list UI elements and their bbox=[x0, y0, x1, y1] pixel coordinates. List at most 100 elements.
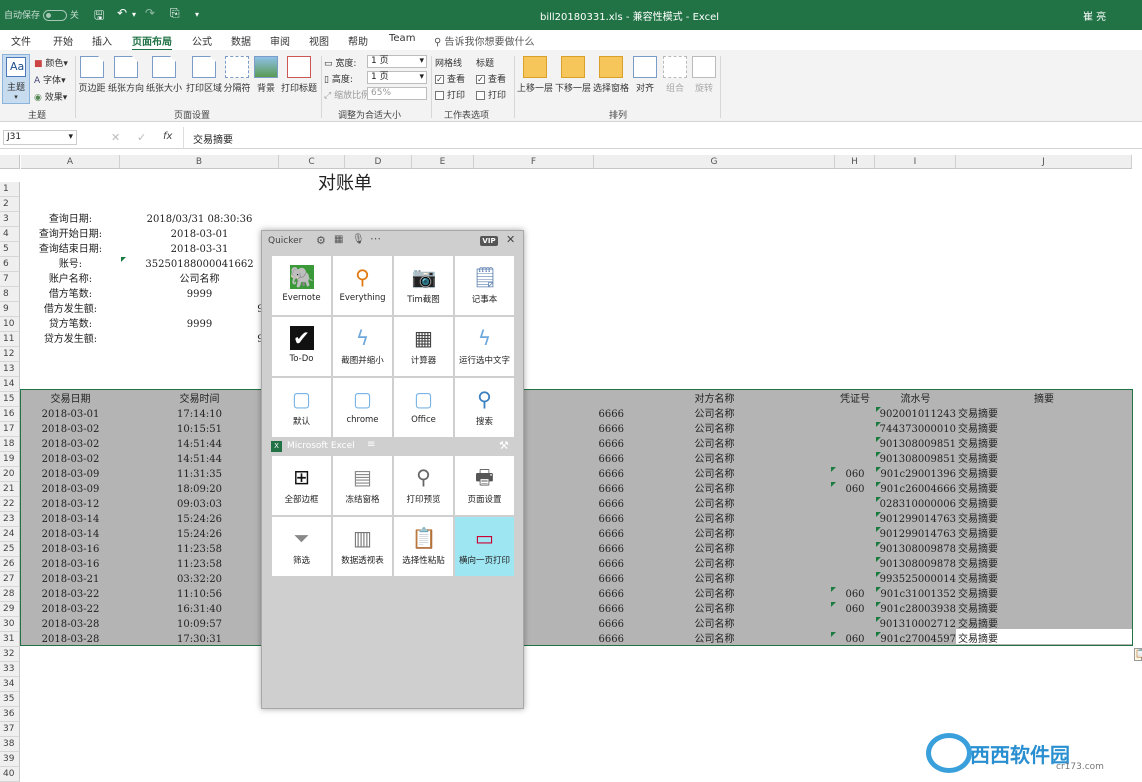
info-label[interactable]: 查询日期: bbox=[21, 212, 120, 227]
data-serial[interactable]: 901c26004666 bbox=[875, 482, 956, 497]
data-name-cell[interactable]: 公司名称 bbox=[594, 617, 835, 632]
row-header-27[interactable]: 27 bbox=[0, 572, 20, 587]
data-voucher[interactable]: 060 bbox=[835, 587, 875, 602]
row-header-15[interactable]: 15 bbox=[0, 392, 20, 407]
info-label[interactable]: 账户名称: bbox=[21, 272, 120, 287]
info-label[interactable]: 借方发生额: bbox=[21, 302, 120, 317]
row-header-28[interactable]: 28 bbox=[0, 587, 20, 602]
quicker-action-button[interactable]: 📋 选择性粘贴 bbox=[394, 517, 453, 576]
row-header-4[interactable]: 4 bbox=[0, 227, 20, 242]
data-voucher[interactable]: 060 bbox=[835, 467, 875, 482]
print-titles-button[interactable]: 打印标题 bbox=[280, 56, 318, 94]
info-value[interactable]: 9999 bbox=[120, 287, 279, 302]
row-header-2[interactable]: 2 bbox=[0, 197, 20, 212]
data-summary[interactable]: 交易摘要 bbox=[958, 557, 1128, 572]
data-voucher[interactable] bbox=[835, 497, 875, 512]
tab-help[interactable]: 帮助 bbox=[348, 33, 368, 48]
data-serial[interactable]: 901299014763 bbox=[875, 512, 956, 527]
tab-review[interactable]: 审阅 bbox=[270, 33, 290, 48]
quicker-action-button[interactable]: ▢ 默认 bbox=[272, 378, 331, 437]
row-header-30[interactable]: 30 bbox=[0, 617, 20, 632]
data-summary[interactable]: 交易摘要 bbox=[958, 527, 1128, 542]
new-document-icon[interactable]: ⎘ bbox=[170, 6, 180, 21]
theme-colors-button[interactable]: ■ 颜色▾ bbox=[34, 56, 68, 69]
section-settings-icon[interactable]: ⚒ bbox=[499, 439, 509, 452]
settings-gear-icon[interactable]: ⚙ bbox=[316, 234, 326, 247]
data-summary[interactable]: 交易摘要 bbox=[958, 617, 1128, 632]
data-voucher[interactable] bbox=[835, 617, 875, 632]
data-summary[interactable]: 交易摘要 bbox=[958, 437, 1128, 452]
data-name-cell[interactable]: 公司名称 bbox=[594, 437, 835, 452]
theme-effects-button[interactable]: ◉ 效果▾ bbox=[34, 90, 67, 103]
data-date[interactable]: 2018-03-14 bbox=[21, 527, 120, 542]
header-date[interactable]: 交易日期 bbox=[21, 392, 120, 407]
data-name-cell[interactable]: 公司名称 bbox=[594, 452, 835, 467]
row-header-12[interactable]: 12 bbox=[0, 347, 20, 362]
data-serial[interactable]: 901299014763 bbox=[875, 527, 956, 542]
section-menu-icon[interactable]: ≡ bbox=[367, 439, 375, 450]
data-name-cell[interactable]: 公司名称 bbox=[594, 497, 835, 512]
data-name-cell[interactable]: 公司名称 bbox=[594, 542, 835, 557]
worksheet-grid[interactable]: ABCDEFGHIJ 1 2 3 4 5 6 7 8 9 10 11 12 13 14 15 16 17 18 19… bbox=[0, 155, 1142, 782]
data-time[interactable]: 14:51:44 bbox=[120, 437, 279, 452]
data-serial[interactable]: 993525000014 bbox=[875, 572, 956, 587]
theme-fonts-button[interactable]: A 字体▾ bbox=[34, 73, 66, 86]
align-button[interactable]: 对齐 bbox=[633, 56, 657, 94]
grid-view-icon[interactable]: ▦ bbox=[334, 234, 343, 245]
quicker-action-button[interactable]: ⚲ 搜索 bbox=[455, 378, 514, 437]
row-header-16[interactable]: 16 bbox=[0, 407, 20, 422]
width-select[interactable]: 1 页 ▾ bbox=[367, 55, 427, 68]
data-time[interactable]: 16:31:40 bbox=[120, 602, 279, 617]
data-summary[interactable]: 交易摘要 bbox=[958, 497, 1128, 512]
quicker-action-button[interactable]: ✔ To-Do bbox=[272, 317, 331, 376]
formula-input[interactable]: 交易摘要 bbox=[193, 131, 233, 146]
data-serial[interactable]: 744373000010 bbox=[875, 422, 956, 437]
row-header-20[interactable]: 20 bbox=[0, 467, 20, 482]
header-summary[interactable]: 摘要 bbox=[956, 392, 1132, 407]
data-time[interactable]: 10:15:51 bbox=[120, 422, 279, 437]
cancel-icon[interactable]: ✕ bbox=[111, 131, 120, 144]
data-serial[interactable]: 901c28003938 bbox=[875, 602, 956, 617]
tab-file[interactable]: 文件 bbox=[11, 33, 31, 48]
data-serial[interactable]: 901c31001352 bbox=[875, 587, 956, 602]
user-name[interactable]: 崔 亮 bbox=[1083, 8, 1106, 23]
data-summary[interactable]: 交易摘要 bbox=[958, 407, 1128, 422]
data-time[interactable]: 14:51:44 bbox=[120, 452, 279, 467]
row-header-37[interactable]: 37 bbox=[0, 722, 20, 737]
tab-insert[interactable]: 插入 bbox=[92, 33, 112, 48]
data-time[interactable]: 11:23:58 bbox=[120, 542, 279, 557]
data-time[interactable]: 11:23:58 bbox=[120, 557, 279, 572]
data-serial[interactable]: 901c29001396 bbox=[875, 467, 956, 482]
data-summary[interactable]: 交易摘要 bbox=[958, 632, 1128, 647]
data-date[interactable]: 2018-03-02 bbox=[21, 452, 120, 467]
data-name-cell[interactable]: 公司名称 bbox=[594, 512, 835, 527]
tab-home[interactable]: 开始 bbox=[53, 33, 73, 48]
data-summary[interactable]: 交易摘要 bbox=[958, 602, 1128, 617]
row-header-3[interactable]: 3 bbox=[0, 212, 20, 227]
data-voucher[interactable] bbox=[835, 557, 875, 572]
header-time[interactable]: 交易时间 bbox=[120, 392, 279, 407]
info-value[interactable]: 99 bbox=[200, 332, 270, 347]
data-date[interactable]: 2018-03-01 bbox=[21, 407, 120, 422]
data-summary[interactable]: 交易摘要 bbox=[958, 542, 1128, 557]
info-value[interactable]: 2018/03/31 08:30:36 bbox=[120, 212, 279, 227]
row-header-1[interactable]: 1 bbox=[0, 182, 20, 197]
info-value[interactable]: 公司名称 bbox=[120, 272, 279, 287]
row-header-10[interactable]: 10 bbox=[0, 317, 20, 332]
undo-dropdown-icon[interactable]: ▾ bbox=[132, 10, 136, 19]
data-voucher[interactable]: 060 bbox=[835, 632, 875, 647]
data-name-cell[interactable]: 公司名称 bbox=[594, 527, 835, 542]
data-summary[interactable]: 交易摘要 bbox=[958, 422, 1128, 437]
data-serial[interactable]: 901c27004597 bbox=[875, 632, 956, 647]
data-name-cell[interactable]: 公司名称 bbox=[594, 482, 835, 497]
data-date[interactable]: 2018-03-14 bbox=[21, 512, 120, 527]
rotate-button[interactable]: 旋转 bbox=[692, 56, 716, 94]
row-header-31[interactable]: 31 bbox=[0, 632, 20, 647]
column-header-D[interactable]: D bbox=[345, 155, 412, 169]
quicker-action-button[interactable]: ⚲ Everything bbox=[333, 256, 392, 315]
quicker-action-button[interactable]: ⏷ 筛选 bbox=[272, 517, 331, 576]
orientation-button[interactable]: 纸张方向 bbox=[108, 56, 144, 94]
data-voucher[interactable] bbox=[835, 407, 875, 422]
data-time[interactable]: 10:09:57 bbox=[120, 617, 279, 632]
header-name[interactable]: 对方名称 bbox=[594, 392, 835, 407]
